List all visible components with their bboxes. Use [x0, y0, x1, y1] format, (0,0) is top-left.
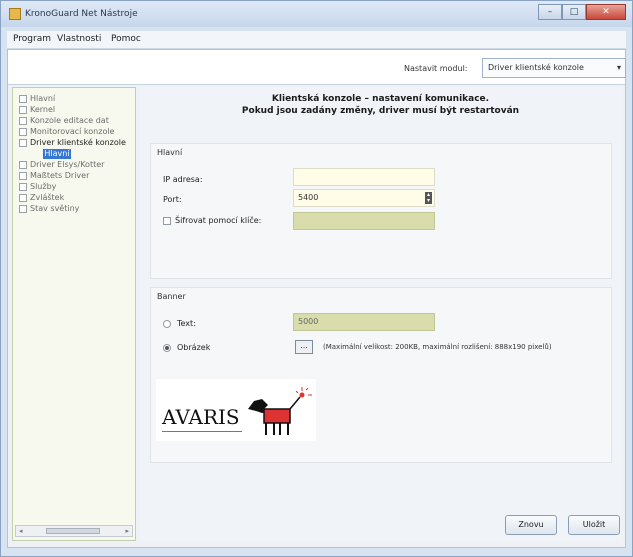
- window-controls: – □ ✕: [538, 4, 626, 20]
- module-label: Nastavit modul:: [404, 64, 468, 73]
- module-select-value: Driver klientské konzole: [488, 63, 584, 72]
- module-select[interactable]: Driver klientské konzole ▾: [482, 58, 626, 78]
- tree-item-status[interactable]: Stav světiny: [19, 204, 79, 213]
- ip-address-field[interactable]: [293, 168, 435, 186]
- main-section: Hlavní IP adresa: Port: 5400 ▴ ▾ Šifrovat…: [150, 143, 612, 279]
- renew-button[interactable]: Znovu: [505, 515, 557, 535]
- port-field[interactable]: 5400 ▴ ▾: [293, 189, 435, 207]
- menu-help[interactable]: Pomoc: [111, 34, 141, 44]
- tree-item-label: Driver Elsys/Kotter: [30, 160, 105, 169]
- expand-icon[interactable]: [19, 182, 27, 191]
- expand-icon[interactable]: [19, 105, 27, 114]
- tree-item-label: Monitorovací konzole: [30, 127, 115, 136]
- scroll-left-icon[interactable]: ◂: [19, 527, 23, 535]
- close-button[interactable]: ✕: [586, 4, 626, 20]
- tree-item-services[interactable]: Služby: [19, 182, 56, 191]
- app-window: KronoGuard Net Nástroje – □ ✕ Program Vl…: [0, 0, 633, 557]
- tree-item-label: Zvláštek: [30, 193, 65, 202]
- section-title-main: Hlavní: [157, 148, 183, 157]
- tree-item-kernel[interactable]: Kernel: [19, 105, 55, 114]
- collapse-icon[interactable]: [19, 138, 27, 147]
- ip-label: IP adresa:: [163, 175, 203, 184]
- dog-icon: [248, 387, 312, 435]
- tree-item-monitor-console[interactable]: Monitorovací konzole: [19, 127, 114, 136]
- image-size-hint: (Maximální velikost: 200KB, maximální ro…: [323, 343, 552, 351]
- expand-icon[interactable]: [19, 160, 27, 169]
- tree-item-label: Konzole editace dat: [30, 116, 109, 125]
- menu-program[interactable]: Program: [13, 34, 51, 44]
- banner-text-label: Text:: [177, 319, 196, 328]
- encrypt-label: Šifrovat pomocí klíče:: [175, 216, 262, 225]
- title-bar[interactable]: KronoGuard Net Nástroje – □ ✕: [1, 1, 632, 27]
- expand-icon[interactable]: [19, 127, 27, 136]
- port-label: Port:: [163, 195, 182, 204]
- browse-image-button[interactable]: ...: [295, 340, 313, 354]
- panel-heading: Klientská konzole – nastavení komunikace…: [140, 93, 621, 117]
- tree-item-label: Maßtets Driver: [30, 171, 90, 180]
- heading-line-2: Pokud jsou zadány změny, driver musí být…: [241, 106, 520, 116]
- tree-item-selected[interactable]: Hlavní: [43, 149, 71, 159]
- expand-icon[interactable]: [19, 204, 27, 213]
- expand-icon[interactable]: [19, 193, 27, 202]
- save-button[interactable]: Uložit: [568, 515, 620, 535]
- window-title: KronoGuard Net Nástroje: [25, 9, 138, 19]
- expand-icon[interactable]: [19, 94, 27, 103]
- expand-icon[interactable]: [19, 116, 27, 125]
- expand-icon[interactable]: [19, 171, 27, 180]
- maximize-button[interactable]: □: [562, 4, 586, 20]
- tree-item-label: Hlavní: [30, 94, 56, 103]
- banner-image-radio[interactable]: [163, 344, 171, 352]
- tree-item-data-console[interactable]: Konzole editace dat: [19, 116, 109, 125]
- settings-panel: Klientská konzole – nastavení komunikace…: [140, 87, 621, 541]
- banner-image-label: Obrázek: [177, 343, 211, 352]
- client-area: Nastavit modul: Driver klientské konzole…: [7, 49, 626, 548]
- scroll-thumb[interactable]: [46, 528, 100, 534]
- tree-item-hlavni[interactable]: Hlavní: [19, 94, 55, 103]
- heading-line-1: Klientská konzole – nastavení komunikace…: [271, 94, 490, 104]
- module-bar: Nastavit modul: Driver klientské konzole…: [8, 50, 626, 85]
- app-icon: [9, 8, 21, 20]
- encrypt-checkbox[interactable]: [163, 217, 171, 225]
- tree-item-elsys-driver[interactable]: Driver Elsys/Kotter: [19, 160, 104, 169]
- tree-item-client-driver[interactable]: Driver klientské konzole: [19, 138, 126, 147]
- tree-item-label: Služby: [30, 182, 57, 191]
- tree-horizontal-scrollbar[interactable]: ◂ ▸: [15, 525, 133, 537]
- tree-item-zvlastek[interactable]: Zvláštek: [19, 193, 64, 202]
- menu-properties[interactable]: Vlastnosti: [57, 34, 101, 44]
- port-value: 5400: [298, 193, 319, 202]
- banner-text-radio[interactable]: [163, 320, 171, 328]
- section-title-banner: Banner: [157, 292, 186, 301]
- tree-item-label: Driver klientské konzole: [30, 138, 126, 147]
- tree-item-label: Stav světiny: [30, 204, 80, 213]
- banner-text-field[interactable]: 5000: [293, 313, 435, 331]
- banner-logo-image: AVARIS: [156, 379, 316, 441]
- encrypt-key-field[interactable]: [293, 212, 435, 230]
- tree-item-driver-7[interactable]: Maßtets Driver: [19, 171, 89, 180]
- scroll-right-icon[interactable]: ▸: [125, 527, 129, 535]
- minimize-button[interactable]: –: [538, 4, 562, 20]
- menu-bar: Program Vlastnosti Pomoc: [7, 31, 626, 49]
- chevron-down-icon: ▾: [616, 63, 621, 72]
- settings-tree: Hlavní Kernel Konzole editace dat Monito…: [12, 87, 136, 541]
- spinner-icon[interactable]: ▴ ▾: [425, 192, 432, 204]
- tree-item-label: Kernel: [30, 105, 56, 114]
